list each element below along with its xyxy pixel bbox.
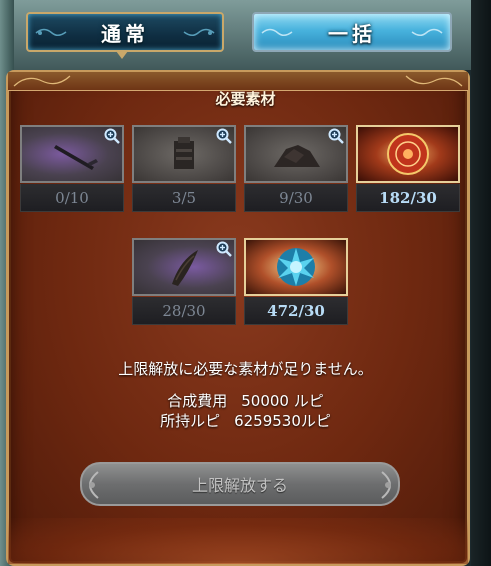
- button-ornament-icon: [89, 471, 99, 499]
- tab-ornament-icon: [35, 28, 67, 36]
- material-count: 3/5: [132, 184, 236, 212]
- material-count: 472/30: [244, 297, 348, 325]
- uncap-button-label: 上限解放する: [191, 476, 288, 495]
- zoom-icon[interactable]: [104, 128, 120, 144]
- uncap-button[interactable]: 上限解放する: [80, 462, 400, 506]
- owned-value: 6259530ルピ: [234, 412, 331, 430]
- tab-bulk-label: 一括: [328, 21, 376, 46]
- material-count: 0/10: [20, 184, 124, 212]
- material-count: 28/30: [132, 297, 236, 325]
- panel-bottom-glow: [8, 518, 468, 564]
- blue-crystal-icon: [277, 248, 315, 286]
- material-thumbnail: [244, 238, 348, 296]
- insufficient-warning: 上限解放に必要な素材が足りません。: [118, 360, 373, 378]
- button-ornament-icon: [381, 471, 391, 499]
- flourish-icon: [405, 75, 463, 87]
- material-slot[interactable]: 182/30: [356, 125, 460, 213]
- tab-ornament-icon: [411, 28, 443, 36]
- zoom-icon[interactable]: [216, 241, 232, 257]
- zoom-icon[interactable]: [216, 128, 232, 144]
- material-thumbnail: [356, 125, 460, 183]
- owned-label: 所持ルピ: [160, 412, 221, 430]
- tab-bulk[interactable]: 一括: [252, 12, 452, 52]
- red-orb-icon: [387, 133, 429, 175]
- material-slot[interactable]: 472/30: [244, 238, 348, 326]
- material-slot[interactable]: 28/30: [132, 238, 236, 326]
- tab-normal-label: 通常: [101, 21, 149, 46]
- tab-normal[interactable]: 通常: [26, 12, 224, 52]
- synthesis-cost: 合成費用 50000 ルピ: [0, 390, 491, 411]
- right-background: [471, 0, 491, 566]
- panel-title: 必要素材: [215, 90, 276, 108]
- material-count: 182/30: [356, 184, 460, 212]
- owned-rupie: 所持ルピ 6259530ルピ: [0, 410, 491, 431]
- material-slot[interactable]: 3/5: [132, 125, 236, 213]
- material-slot[interactable]: 0/10: [20, 125, 124, 213]
- zoom-icon[interactable]: [328, 128, 344, 144]
- material-slot[interactable]: 9/30: [244, 125, 348, 213]
- cost-label: 合成費用: [167, 392, 228, 410]
- tab-ornament-icon: [183, 28, 215, 36]
- cost-value: 50000 ルピ: [241, 392, 324, 410]
- flourish-icon: [13, 75, 71, 87]
- material-count: 9/30: [244, 184, 348, 212]
- tab-ornament-icon: [261, 28, 293, 36]
